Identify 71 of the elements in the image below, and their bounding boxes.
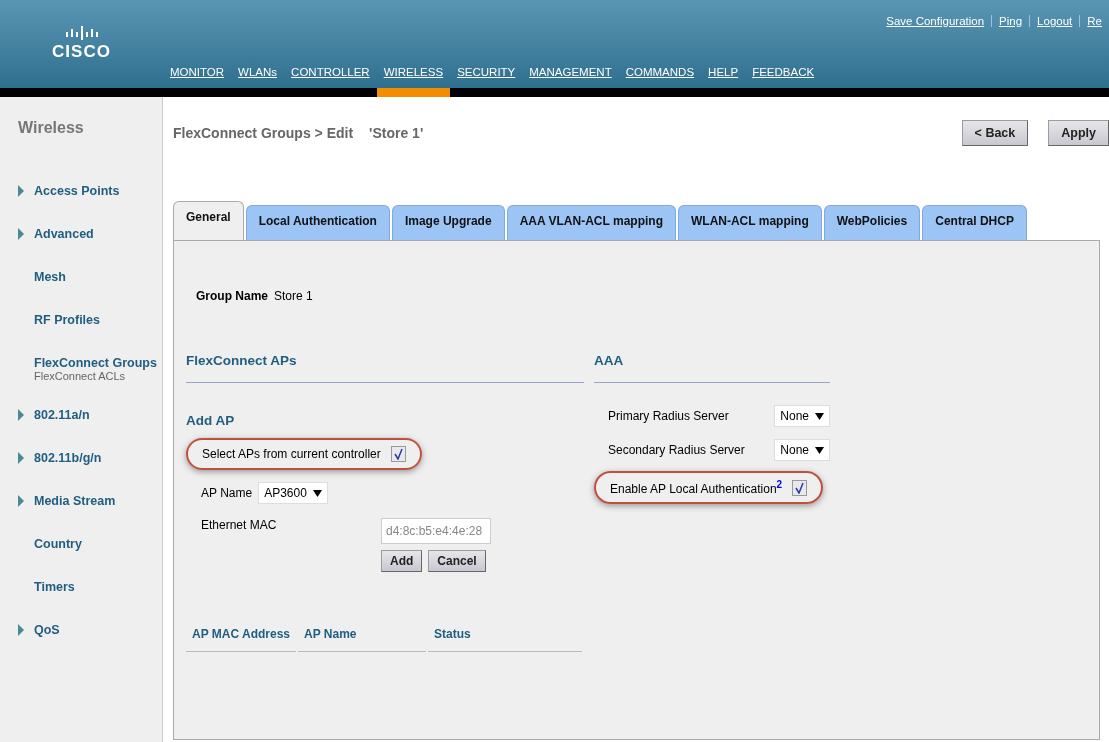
- checkbox-label: Enable AP Local Authentication$^{2}$: [610, 479, 783, 496]
- field-label: Group Name: [196, 289, 268, 303]
- sidebar-item[interactable]: RF Profiles: [34, 313, 100, 327]
- dropdown[interactable]: None: [774, 439, 830, 461]
- input-field[interactable]: d4:8c:b5:e4:4e:28: [381, 518, 491, 544]
- expand-arrow-icon: [18, 495, 24, 507]
- sidebar-item[interactable]: Media Stream: [34, 494, 116, 508]
- checkbox-label: Select APs from current controller: [202, 447, 381, 461]
- form-button[interactable]: Cancel: [428, 550, 486, 572]
- form-button[interactable]: Add: [381, 550, 423, 572]
- expand-arrow-icon: [18, 409, 24, 421]
- logo-text: CISCO: [52, 42, 111, 62]
- expand-arrow-icon: [18, 185, 24, 197]
- header-link[interactable]: Logout: [1029, 15, 1080, 27]
- tab[interactable]: Central DHCP: [922, 205, 1027, 240]
- expand-arrow-icon: [18, 624, 24, 636]
- sidebar-item[interactable]: 802.11b/g/n: [34, 451, 102, 465]
- header-link[interactable]: Save Configuration: [879, 15, 992, 27]
- sidebar-item[interactable]: Advanced: [34, 227, 94, 241]
- menu-item[interactable]: MONITOR: [163, 62, 232, 97]
- page-subject: 'Store 1': [369, 125, 424, 141]
- page-button[interactable]: < Back: [961, 120, 1029, 146]
- page-button[interactable]: Apply: [1048, 120, 1109, 146]
- sidebar-item[interactable]: QoS: [34, 623, 60, 637]
- menu-item[interactable]: WLANs: [231, 62, 285, 97]
- menu-item[interactable]: COMMANDS: [618, 62, 702, 97]
- header-link[interactable]: Ping: [991, 15, 1030, 27]
- menu-item[interactable]: FEEDBACK: [745, 62, 822, 97]
- menu-item[interactable]: HELP: [701, 62, 746, 97]
- sidebar-title: Wireless: [18, 119, 84, 137]
- caret-icon: [815, 412, 824, 420]
- tab[interactable]: WLAN-ACL mapping: [677, 205, 822, 240]
- sidebar-item[interactable]: Timers: [34, 580, 75, 594]
- field-label: Primary Radius Server: [608, 409, 729, 423]
- sidebar-item[interactable]: Country: [34, 537, 82, 551]
- field-label: AP Name: [201, 486, 253, 500]
- section-heading: AAA: [594, 353, 830, 383]
- tab[interactable]: Image Upgrade: [391, 205, 505, 240]
- menu-item[interactable]: WIRELESS: [376, 62, 451, 97]
- column-header: AP Name: [298, 627, 426, 652]
- expand-arrow-icon: [18, 228, 24, 240]
- caret-icon: [815, 446, 824, 454]
- caret-icon: [312, 489, 322, 497]
- sidebar-item[interactable]: 802.11a/n: [34, 408, 90, 422]
- sidebar-item[interactable]: Mesh: [34, 270, 66, 284]
- tab[interactable]: WebPolicies: [823, 205, 921, 240]
- field-label: Ethernet MAC: [201, 518, 278, 534]
- tab[interactable]: AAA VLAN-ACL mapping: [506, 205, 676, 240]
- menu-item[interactable]: SECURITY: [450, 62, 523, 97]
- column-header: AP MAC Address: [186, 627, 296, 652]
- tab[interactable]: General: [173, 201, 244, 240]
- sidebar-item[interactable]: Access Points: [34, 184, 120, 198]
- sidebar-subitem[interactable]: FlexConnect ACLs: [34, 370, 126, 382]
- menu-item[interactable]: MANAGEMENT: [522, 62, 619, 97]
- expand-arrow-icon: [18, 452, 24, 464]
- checkbox[interactable]: [390, 446, 406, 462]
- logo-icon: [63, 26, 100, 40]
- footnote-link[interactable]: 2: [776, 479, 783, 490]
- dropdown[interactable]: AP3600: [258, 482, 328, 504]
- header-link[interactable]: Re: [1079, 15, 1109, 27]
- section-heading: Add AP: [186, 413, 236, 428]
- sidebar-item[interactable]: FlexConnect Groups: [34, 356, 157, 370]
- checkbox[interactable]: [792, 479, 808, 496]
- section-heading: FlexConnect APs: [186, 353, 584, 383]
- field-value: Store 1: [274, 289, 313, 303]
- page-title: FlexConnect Groups > Edit: [173, 125, 354, 141]
- tab[interactable]: Local Authentication: [245, 205, 390, 240]
- column-header: Status: [428, 627, 582, 652]
- field-label: Secondary Radius Server: [608, 443, 745, 457]
- dropdown[interactable]: None: [774, 405, 830, 427]
- menu-item[interactable]: CONTROLLER: [284, 62, 377, 97]
